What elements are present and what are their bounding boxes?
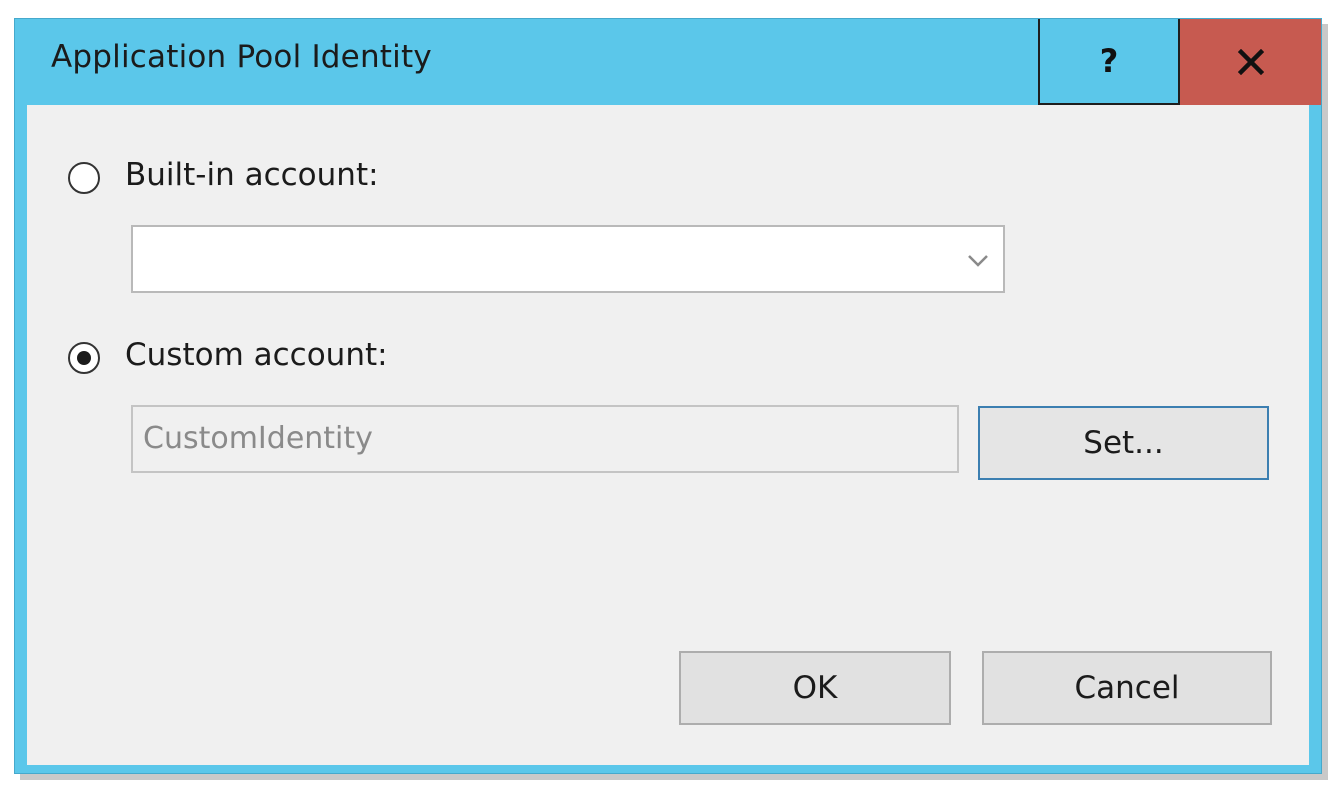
builtin-account-label[interactable]: Built-in account: [125,157,379,193]
set-button[interactable]: Set... [978,406,1269,480]
chevron-down-icon[interactable] [965,247,991,273]
custom-account-label[interactable]: Custom account: [125,337,388,373]
help-button[interactable]: ? [1038,19,1180,105]
question-mark-icon: ? [1099,42,1119,80]
ok-button[interactable]: OK [679,651,951,725]
custom-account-radio[interactable] [68,342,100,374]
dialog-window: Application Pool Identity ? Built-in acc… [14,18,1322,774]
window-title: Application Pool Identity [51,39,432,75]
close-button[interactable] [1180,19,1321,105]
radio-selected-dot [77,351,91,365]
close-x-icon [1237,49,1264,75]
builtin-account-combobox[interactable] [131,225,1005,293]
dialog-client-area: Built-in account: Custom account: Custom… [27,105,1309,765]
title-bar[interactable]: Application Pool Identity ? [15,19,1321,105]
builtin-account-radio[interactable] [68,162,100,194]
cancel-button[interactable]: Cancel [982,651,1272,725]
custom-account-field[interactable]: CustomIdentity [131,405,959,473]
